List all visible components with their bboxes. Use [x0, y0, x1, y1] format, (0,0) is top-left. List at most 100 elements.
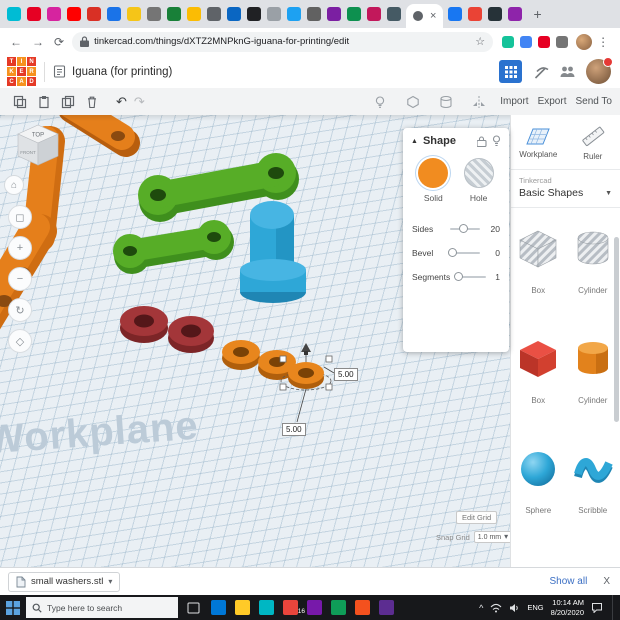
- cylinder-shape-icon[interactable]: [439, 95, 453, 109]
- pinned-tab[interactable]: [488, 7, 502, 21]
- dimension-label-width[interactable]: 5.00: [334, 368, 358, 381]
- active-tab[interactable]: ×: [406, 4, 443, 28]
- undo-button[interactable]: ↶: [116, 94, 127, 110]
- language-indicator[interactable]: ENG: [527, 603, 543, 612]
- canvas-tool-button[interactable]: ◻: [8, 205, 32, 229]
- action-center-icon[interactable]: [591, 602, 603, 613]
- bookmark-star-icon[interactable]: ☆: [475, 35, 485, 48]
- task-view-icon[interactable]: [187, 602, 200, 614]
- view-cube[interactable]: TOP FRONT: [12, 123, 64, 169]
- delete-icon[interactable]: [85, 95, 99, 109]
- slider-knob[interactable]: [448, 248, 457, 257]
- dashboard-button[interactable]: [499, 60, 522, 83]
- lightbulb-icon[interactable]: [373, 95, 387, 109]
- pinned-tab[interactable]: [147, 7, 161, 21]
- pinned-tab[interactable]: [227, 7, 241, 21]
- start-button[interactable]: [6, 601, 20, 615]
- browser-extension-icon[interactable]: [502, 36, 514, 48]
- url-omnibox[interactable]: tinkercad.com/things/dXTZ2MNPknG-iguana-…: [72, 32, 493, 52]
- wifi-icon[interactable]: [490, 603, 502, 613]
- pinned-tab[interactable]: [468, 7, 482, 21]
- taskbar-search-box[interactable]: Type here to search: [26, 597, 178, 618]
- solid-swatch[interactable]: [418, 158, 448, 188]
- mirror-icon[interactable]: [472, 95, 486, 109]
- user-avatar[interactable]: [586, 59, 611, 84]
- forward-button[interactable]: →: [32, 36, 44, 48]
- back-button[interactable]: ←: [10, 36, 22, 48]
- home-view-button[interactable]: ⌂: [4, 175, 24, 195]
- pinned-tab[interactable]: [287, 7, 301, 21]
- pinned-tab[interactable]: [307, 7, 321, 21]
- pinned-tab[interactable]: [167, 7, 181, 21]
- show-desktop-button[interactable]: [612, 595, 615, 620]
- taskbar-app-icon[interactable]: [235, 600, 250, 615]
- download-caret-icon[interactable]: ▾: [108, 578, 112, 586]
- pinned-tab[interactable]: [347, 7, 361, 21]
- pinned-tab[interactable]: [107, 7, 121, 21]
- canvas-tool-button[interactable]: ↻: [8, 298, 32, 322]
- pinned-tab[interactable]: [367, 7, 381, 21]
- redo-button[interactable]: ↷: [134, 94, 145, 110]
- collaborate-icon[interactable]: [559, 65, 576, 78]
- red-washer-1[interactable]: [120, 306, 168, 343]
- pinned-tab[interactable]: [187, 7, 201, 21]
- pinned-tab[interactable]: [508, 7, 522, 21]
- new-tab-button[interactable]: +: [533, 7, 541, 21]
- orange-washer-1[interactable]: [222, 340, 260, 370]
- dimension-label-depth[interactable]: 5.00: [282, 423, 306, 436]
- design-title[interactable]: Iguana (for printing): [72, 66, 172, 78]
- solid-option[interactable]: Solid: [418, 158, 448, 203]
- pinned-tab[interactable]: [448, 7, 462, 21]
- close-download-bar-button[interactable]: X: [603, 576, 610, 587]
- copy-icon[interactable]: [13, 95, 27, 109]
- pinned-tab[interactable]: [7, 7, 21, 21]
- taskbar-app-icon[interactable]: 16: [283, 600, 298, 615]
- green-link-short[interactable]: [113, 220, 234, 274]
- canvas-tool-button[interactable]: −: [8, 267, 32, 291]
- shape-item-hole-box[interactable]: Box: [511, 212, 566, 322]
- lightbulb-icon[interactable]: [492, 135, 501, 147]
- speaker-icon[interactable]: [509, 603, 520, 613]
- taskbar-app-icon[interactable]: [355, 600, 370, 615]
- shape-item-sphere[interactable]: Sphere: [511, 432, 566, 542]
- workplane-tool-button[interactable]: Workplane: [511, 115, 566, 169]
- taskbar-app-icon[interactable]: [211, 600, 226, 615]
- segments-slider[interactable]: [456, 276, 486, 278]
- collapse-panel-icon[interactable]: ▲: [411, 138, 418, 145]
- pinned-tab[interactable]: [207, 7, 221, 21]
- sidebar-scrollbar[interactable]: [614, 237, 619, 422]
- send-to-button[interactable]: Send To: [575, 96, 612, 107]
- duplicate-icon[interactable]: [61, 95, 75, 109]
- shape-item-hole-cylinder[interactable]: Cylinder: [566, 212, 620, 322]
- browser-extension-icon[interactable]: [556, 36, 568, 48]
- browser-profile-avatar[interactable]: [576, 34, 592, 50]
- shape-item-scribble[interactable]: Scribble: [566, 432, 620, 542]
- pinned-tab[interactable]: [387, 7, 401, 21]
- blue-knob-part[interactable]: [240, 201, 306, 303]
- browser-extension-icon[interactable]: [538, 36, 550, 48]
- export-button[interactable]: Export: [538, 96, 567, 107]
- tray-expand-icon[interactable]: ^: [479, 603, 483, 613]
- shape-library-dropdown[interactable]: Tinkercad Basic Shapes ▼: [511, 170, 620, 208]
- pinned-tab[interactable]: [327, 7, 341, 21]
- browser-menu-icon[interactable]: ⋮: [597, 36, 609, 48]
- pinned-tab[interactable]: [267, 7, 281, 21]
- pickaxe-icon[interactable]: [532, 64, 549, 80]
- pinned-tab[interactable]: [67, 7, 81, 21]
- taskbar-clock[interactable]: 10:14 AM 8/20/2020: [551, 598, 584, 617]
- taskbar-app-icon[interactable]: [331, 600, 346, 615]
- shape-item-box[interactable]: Box: [511, 322, 566, 432]
- canvas-tool-button[interactable]: ◇: [8, 329, 32, 353]
- sides-slider[interactable]: [450, 228, 480, 230]
- pinned-tab[interactable]: [47, 7, 61, 21]
- pinned-tab[interactable]: [247, 7, 261, 21]
- pinned-tab[interactable]: [127, 7, 141, 21]
- raise-handle-cone[interactable]: [301, 343, 311, 352]
- ruler-tool-button[interactable]: Ruler: [566, 115, 620, 169]
- slider-knob[interactable]: [459, 224, 468, 233]
- hexagon-shape-icon[interactable]: [406, 95, 420, 109]
- taskbar-app-icon[interactable]: [259, 600, 274, 615]
- snap-grid-dropdown[interactable]: 1.0 mm ▾: [474, 531, 512, 543]
- show-all-downloads-button[interactable]: Show all: [550, 576, 588, 587]
- edit-grid-button[interactable]: Edit Grid: [456, 511, 497, 524]
